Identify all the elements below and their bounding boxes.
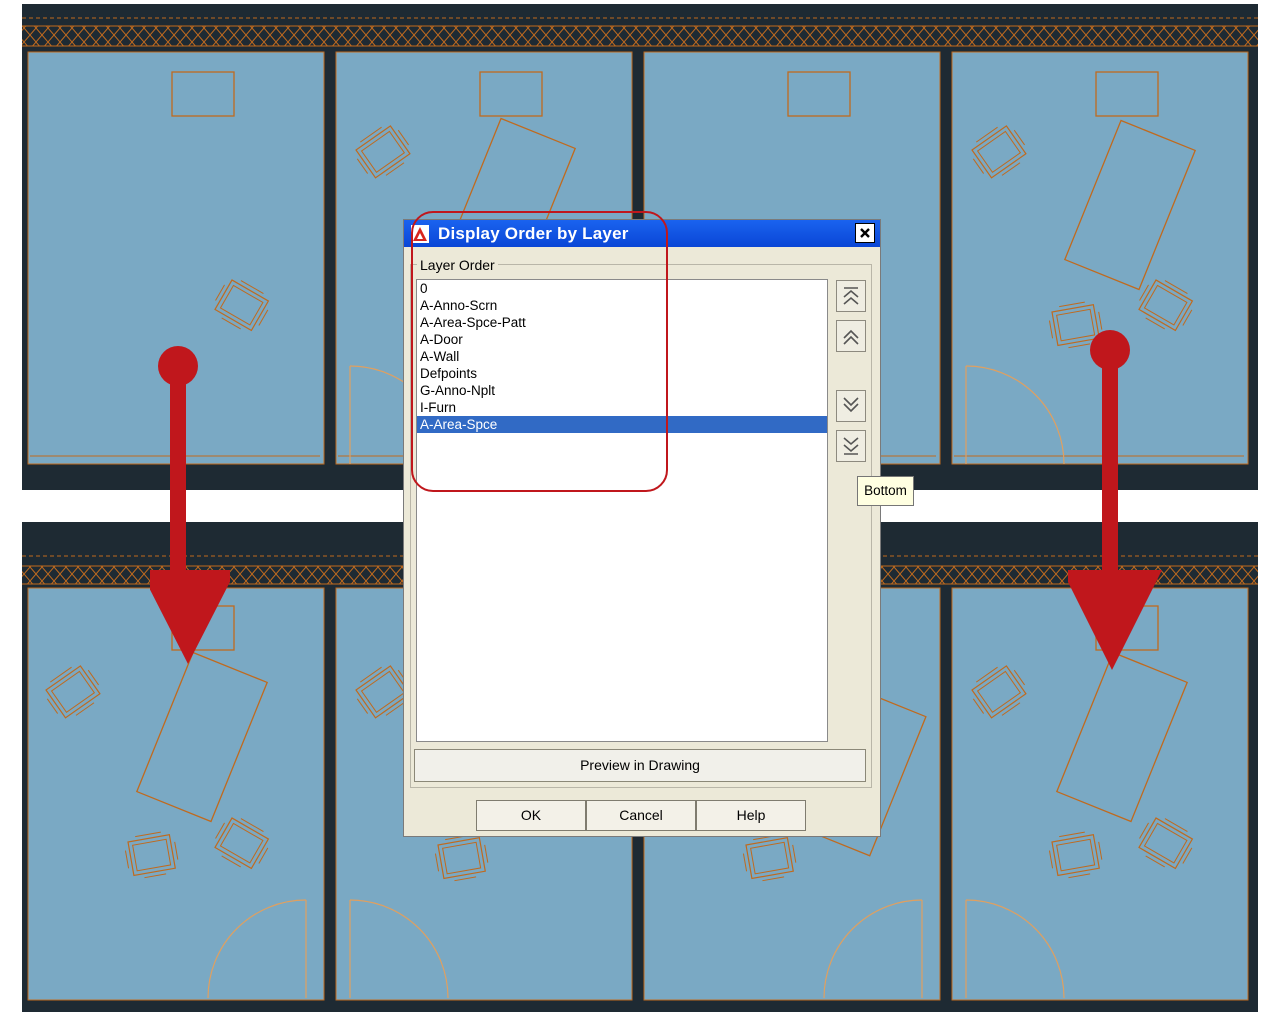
move-to-top-button[interactable] (836, 280, 866, 312)
close-icon (860, 228, 870, 238)
title-bar[interactable]: Display Order by Layer (404, 220, 880, 247)
list-item[interactable]: I-Furn (417, 399, 827, 416)
dialog-title: Display Order by Layer (438, 224, 629, 243)
list-item[interactable]: G-Anno-Nplt (417, 382, 827, 399)
move-down-button[interactable] (836, 390, 866, 422)
ok-button[interactable]: OK (476, 800, 586, 831)
chevron-up-icon (843, 329, 859, 345)
move-up-button[interactable] (836, 320, 866, 352)
close-button[interactable] (855, 223, 875, 243)
list-item[interactable]: A-Door (417, 331, 827, 348)
double-chevron-up-icon (843, 287, 859, 305)
cancel-button[interactable]: Cancel (586, 800, 696, 831)
list-item[interactable]: Defpoints (417, 365, 827, 382)
list-item-selected[interactable]: A-Area-Spce (417, 416, 827, 433)
list-item[interactable]: 0 (417, 280, 827, 297)
list-item[interactable]: A-Wall (417, 348, 827, 365)
display-order-dialog: Display Order by Layer Layer Order 0 A-A… (403, 219, 881, 837)
move-to-bottom-button[interactable] (836, 430, 866, 462)
help-button[interactable]: Help (696, 800, 806, 831)
chevron-down-icon (843, 397, 859, 413)
preview-in-drawing-button[interactable]: Preview in Drawing (414, 749, 866, 782)
list-item[interactable]: A-Anno-Scrn (417, 297, 827, 314)
list-item[interactable]: A-Area-Spce-Patt (417, 314, 827, 331)
layer-list[interactable]: 0 A-Anno-Scrn A-Area-Spce-Patt A-Door A-… (416, 279, 828, 742)
layer-order-label: Layer Order (417, 257, 498, 273)
autocad-icon (411, 225, 429, 243)
bottom-tooltip: Bottom (857, 476, 914, 506)
double-chevron-down-icon (843, 437, 859, 455)
